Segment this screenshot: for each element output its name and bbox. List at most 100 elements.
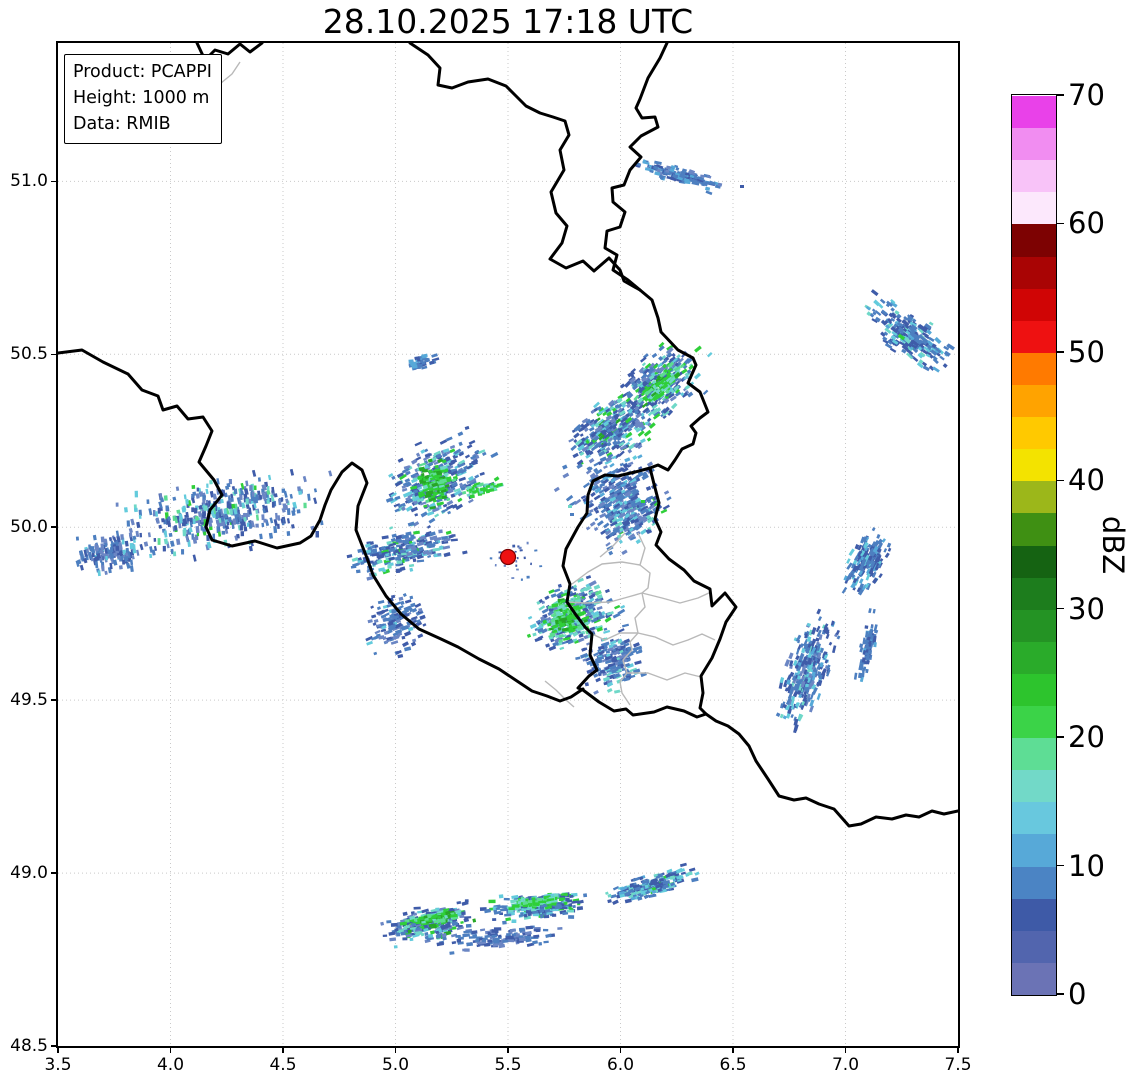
border-luxembourg-france	[581, 688, 708, 719]
x-tick-label: 7.0	[831, 1055, 860, 1075]
colorbar-segment	[1012, 288, 1056, 321]
gridlines	[58, 43, 958, 1046]
radar-figure: 28.10.2025 17:18 UTC Product: PCAPPI Hei…	[0, 0, 1145, 1084]
radar-fleck	[641, 500, 645, 503]
colorbar-tick-label: 30	[1068, 591, 1105, 626]
admin-border-france-dept-sw	[544, 680, 575, 708]
x-tick-label: 6.5	[719, 1055, 747, 1075]
x-tick-mark	[732, 1046, 734, 1053]
admin-border-lux-canton-s	[627, 672, 702, 681]
colorbar-segment	[1012, 95, 1056, 129]
y-tick-label: 50.5	[10, 344, 48, 365]
x-tick-label: 7.5	[944, 1055, 972, 1075]
radar-cell-patch-northeast	[864, 289, 955, 373]
colorbar-segment	[1012, 416, 1056, 450]
x-tick-mark	[507, 1046, 509, 1053]
colorbar-tick-mark	[1057, 479, 1064, 482]
colorbar-segment	[1012, 384, 1056, 418]
colorbar-segment	[1012, 962, 1056, 995]
colorbar-tick-label: 50	[1068, 334, 1105, 369]
x-tick-label: 3.5	[44, 1055, 72, 1075]
colorbar-segment	[1012, 512, 1056, 546]
country-borders	[58, 43, 958, 828]
y-tick-mark	[51, 526, 58, 528]
radar-cell-site-ring-speckle	[489, 541, 543, 581]
colorbar-tick-label: 0	[1068, 977, 1087, 1011]
admin-border-lux-canton-w3	[591, 632, 638, 641]
colorbar-segment	[1012, 673, 1056, 707]
admin-border-lux-canton-e3	[637, 632, 716, 646]
colorbar-segment	[1012, 801, 1056, 835]
y-tick-mark	[51, 180, 58, 183]
map-plot: Product: PCAPPI Height: 1000 m Data: RMI…	[56, 41, 960, 1048]
colorbar-tick-mark	[1057, 864, 1064, 867]
border-netherlands-corridor-west	[408, 43, 642, 292]
colorbar-segment	[1012, 866, 1056, 899]
colorbar-segment	[1012, 833, 1056, 867]
colorbar-tick-mark	[1057, 607, 1064, 610]
colorbar-segment	[1012, 191, 1056, 225]
colorbar-segment	[1012, 737, 1056, 771]
border-luxembourg-germany	[648, 466, 738, 716]
radar-cell-west-band-sw	[75, 527, 156, 577]
x-tick-mark	[619, 1046, 622, 1053]
colorbar-tick-mark	[1057, 94, 1064, 96]
colorbar-segment	[1012, 448, 1056, 482]
x-tick-mark	[169, 1046, 172, 1053]
info-height: Height: 1000 m	[73, 88, 210, 108]
radar-map-canvas	[58, 43, 958, 1046]
colorbar-tick-label: 40	[1068, 463, 1105, 498]
radar-cell-streak-north	[634, 159, 723, 196]
colorbar-tick-mark	[1057, 222, 1064, 225]
y-tick-mark	[51, 353, 58, 356]
radar-cell-south-band-w	[380, 899, 477, 949]
colorbar-tick-mark	[1057, 993, 1064, 995]
radar-cell-west-band	[110, 468, 333, 562]
y-tick-mark	[51, 699, 58, 701]
colorbar-segment	[1012, 930, 1056, 963]
radar-cell-south-band-fringe	[436, 925, 563, 955]
colorbar-tick-label: 10	[1068, 848, 1105, 883]
colorbar-segment	[1012, 609, 1056, 642]
radar-cell-south-band-e	[605, 862, 700, 906]
radar-cell-east-cell	[841, 527, 892, 596]
colorbar-tick-label: 60	[1068, 206, 1105, 241]
x-tick-label: 4.0	[156, 1055, 185, 1075]
y-tick-label: 51.0	[10, 171, 48, 192]
info-product: Product: PCAPPI	[73, 62, 212, 82]
figure-title: 28.10.2025 17:18 UTC	[322, 2, 694, 41]
colorbar-segment	[1012, 577, 1056, 610]
colorbar-segment	[1012, 352, 1056, 385]
colorbar-axis-label: dBZ	[1096, 515, 1130, 575]
x-tick-label: 5.0	[381, 1055, 410, 1075]
radar-fleck	[570, 513, 574, 516]
border-france-germany	[704, 712, 958, 828]
x-tick-mark	[282, 1046, 284, 1053]
radar-cell-east-cell-tail	[853, 608, 879, 683]
info-data-source: Data: RMIB	[73, 114, 171, 134]
admin-borders	[149, 61, 716, 708]
colorbar-tick-mark	[1057, 351, 1064, 353]
radar-cell-east-lower-cell	[775, 608, 841, 734]
colorbar-segment	[1012, 223, 1056, 257]
y-tick-mark	[51, 1045, 58, 1047]
product-info-box: Product: PCAPPI Height: 1000 m Data: RMI…	[64, 54, 222, 144]
x-tick-mark	[57, 1046, 59, 1053]
x-tick-mark	[394, 1046, 397, 1053]
colorbar-segment	[1012, 545, 1056, 578]
colorbar-segment	[1012, 705, 1056, 739]
colorbar-segment	[1012, 320, 1056, 353]
x-tick-label: 6.0	[606, 1055, 635, 1075]
colorbar-tick-mark	[1057, 736, 1064, 738]
x-tick-label: 5.5	[494, 1055, 522, 1075]
y-tick-label: 49.0	[10, 863, 48, 884]
colorbar-segment	[1012, 898, 1056, 931]
colorbar-tick-label: 20	[1068, 720, 1105, 755]
x-tick-label: 4.5	[269, 1055, 297, 1075]
colorbar-tick-label: 70	[1068, 78, 1105, 112]
x-tick-mark	[957, 1046, 959, 1053]
colorbar-segment	[1012, 159, 1056, 193]
y-tick-label: 49.5	[10, 690, 48, 711]
radar-site-marker	[499, 548, 517, 566]
colorbar-segment	[1012, 256, 1056, 289]
